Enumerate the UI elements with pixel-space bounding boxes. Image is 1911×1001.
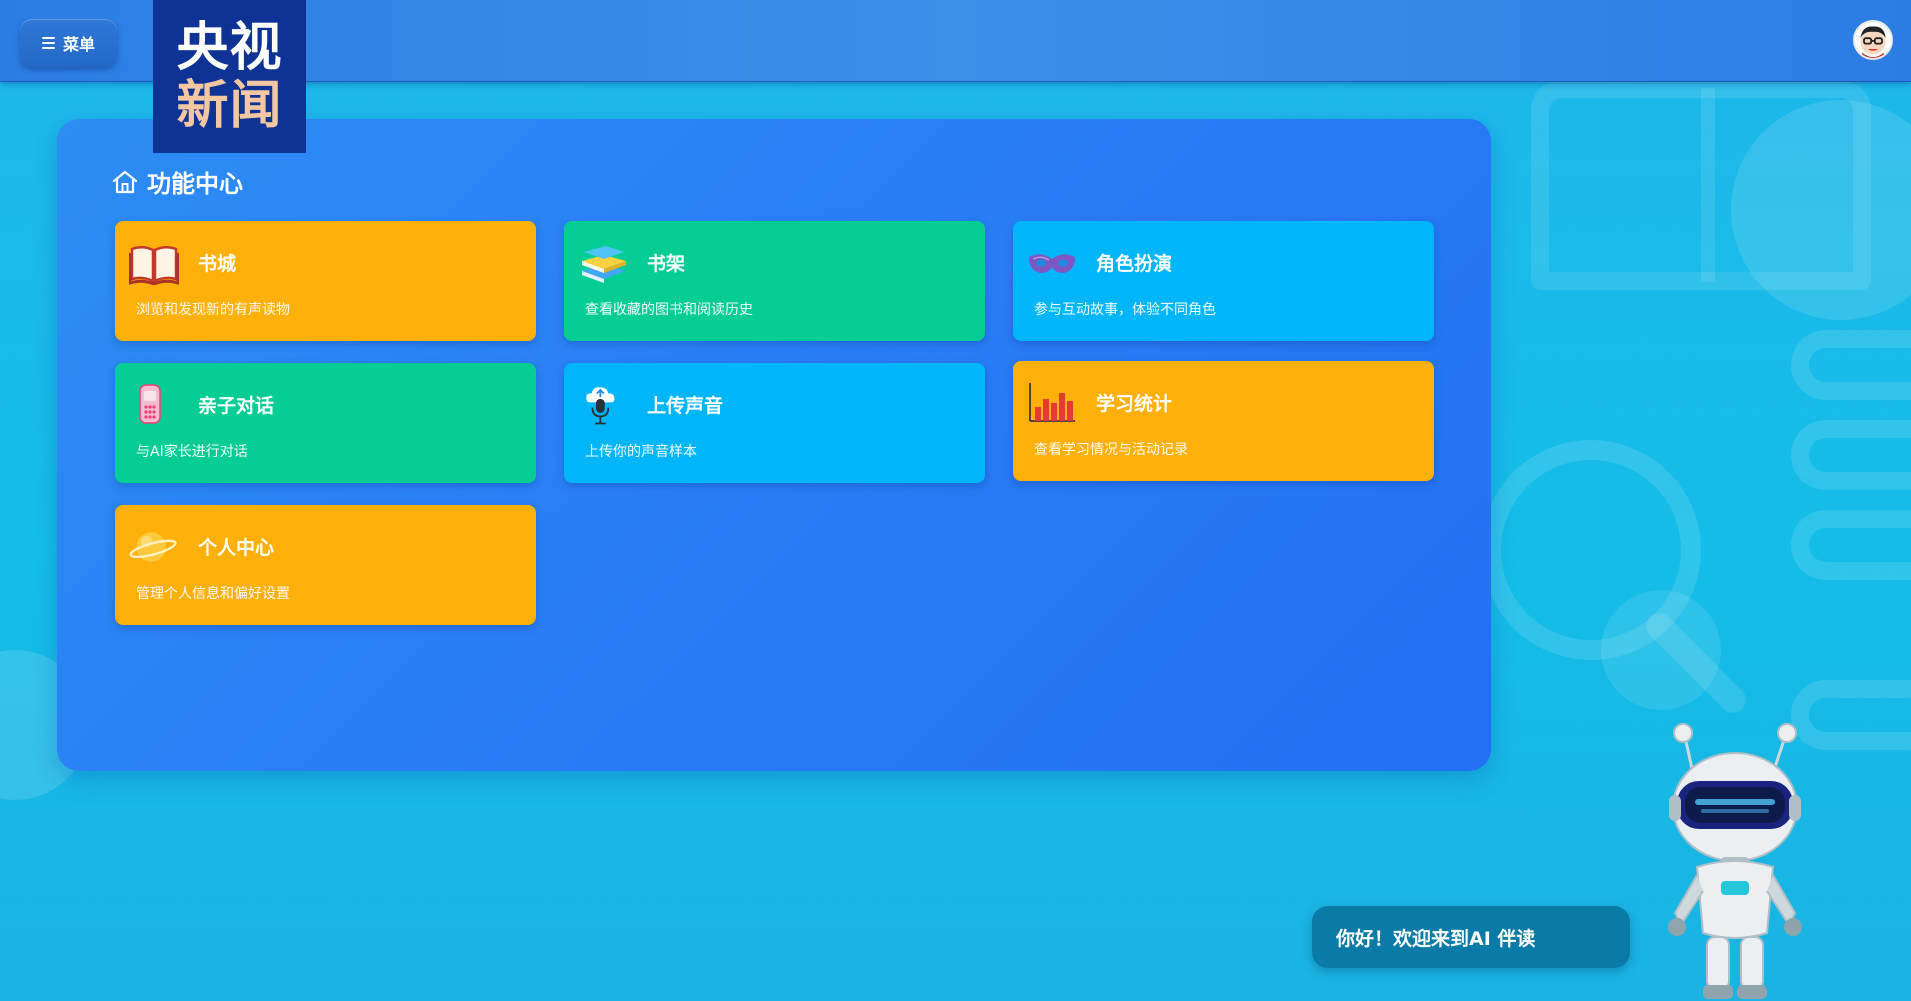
card-bookshelf[interactable]: 书架 查看收藏的图书和阅读历史	[564, 221, 985, 341]
background-book-spine	[1791, 510, 1911, 580]
background-book-icon	[1531, 80, 1871, 290]
card-personal-center[interactable]: 个人中心 管理个人信息和偏好设置	[115, 505, 536, 625]
background-magnifier-icon	[1481, 440, 1701, 660]
card-title: 上传声音	[647, 395, 724, 417]
card-parent-child-dialogue[interactable]: 亲子对话 与AI家长进行对话	[115, 363, 536, 483]
card-title: 书架	[647, 253, 686, 275]
card-description: 浏览和发现新的有声读物	[136, 302, 290, 318]
card-description: 查看收藏的图书和阅读历史	[585, 302, 753, 318]
card-description: 参与互动故事，体验不同角色	[1034, 302, 1216, 318]
function-center-panel: 功能中心 书城 浏览和发现新的有声读物 书架 查看收藏的图书和阅读历史 角色扮演…	[57, 119, 1491, 771]
card-learning-stats[interactable]: 学习统计 查看学习情况与活动记录	[1013, 361, 1434, 481]
card-description: 查看学习情况与活动记录	[1034, 442, 1188, 458]
avatar-face-icon	[1860, 26, 1886, 58]
cctv-news-logo: 央视 新闻	[153, 0, 306, 153]
logo-line-1: 央视	[176, 17, 283, 78]
logo-line-2: 新闻	[176, 75, 283, 136]
mask-icon	[1029, 254, 1075, 273]
book-stack-icon	[582, 246, 626, 283]
card-title: 学习统计	[1096, 393, 1173, 415]
card-description: 管理个人信息和偏好设置	[136, 586, 290, 602]
menu-button-label: 菜单	[62, 37, 95, 54]
background-magnifier-handle	[1640, 607, 1752, 719]
card-bookstore[interactable]: 书城 浏览和发现新的有声读物	[115, 221, 536, 341]
phone-icon	[139, 384, 161, 424]
user-avatar[interactable]	[1853, 20, 1893, 60]
background-book-spine	[1791, 420, 1911, 490]
background-circle	[1601, 590, 1721, 710]
page-title: 功能中心	[147, 170, 243, 198]
card-title: 书城	[198, 253, 237, 275]
assistant-greeting-bubble: 你好！欢迎来到AI 伴读	[1312, 906, 1630, 968]
card-title: 角色扮演	[1096, 253, 1173, 275]
open-book-icon	[129, 246, 179, 285]
cloud-mic-icon	[586, 387, 615, 425]
background-circle	[1731, 100, 1911, 320]
panel-header: 功能中心	[111, 164, 243, 199]
planet-icon	[129, 532, 177, 562]
menu-button[interactable]: 菜单	[20, 19, 117, 67]
home-icon	[112, 170, 138, 193]
card-title: 亲子对话	[198, 395, 275, 417]
hamburger-icon	[41, 37, 55, 49]
card-title: 个人中心	[198, 537, 275, 559]
card-description: 上传你的声音样本	[585, 444, 697, 460]
greeting-text: 你好！欢迎来到AI 伴读	[1336, 927, 1536, 950]
card-upload-voice[interactable]: 上传声音 上传你的声音样本	[564, 363, 985, 483]
robot-assistant-icon[interactable]	[1655, 715, 1815, 1001]
card-role-play[interactable]: 角色扮演 参与互动故事，体验不同角色	[1013, 221, 1434, 341]
card-description: 与AI家长进行对话	[136, 444, 248, 460]
background-book-spine	[1791, 330, 1911, 400]
bar-chart-icon	[1029, 383, 1075, 422]
